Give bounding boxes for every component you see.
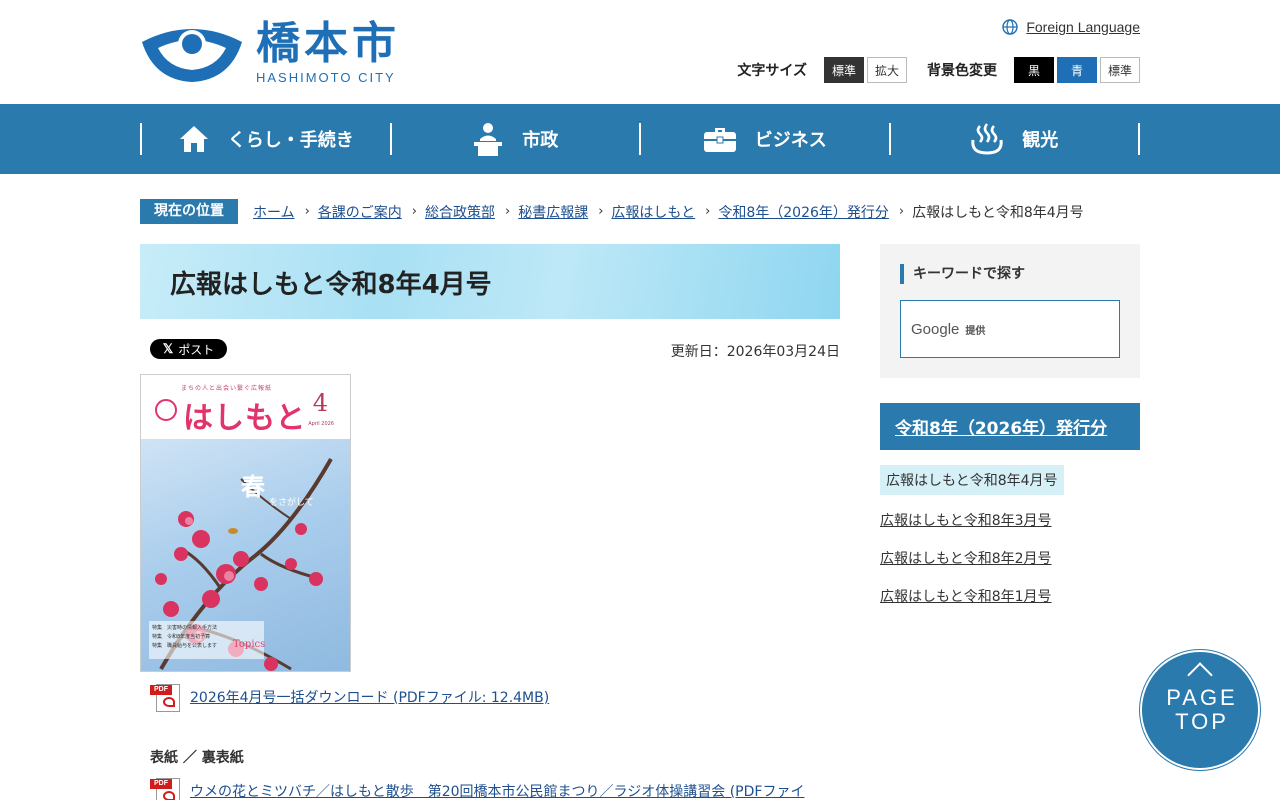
breadcrumb-link-koho[interactable]: 広報はしもと bbox=[611, 202, 695, 222]
nav-item-label: 市政 bbox=[522, 130, 559, 151]
list-item: 広報はしもと令和8年1月号 bbox=[880, 586, 1140, 606]
chevron-right-icon: › bbox=[898, 204, 905, 219]
bg-color-label: 背景色変更 bbox=[927, 63, 997, 79]
pdf-file-icon: PDF bbox=[150, 682, 182, 712]
nav-item-business[interactable]: ビジネス bbox=[641, 123, 891, 155]
globe-icon bbox=[1002, 19, 1019, 35]
bg-blue-button[interactable]: 青 bbox=[1057, 57, 1097, 83]
magazine-cover-image: まちの人と出会い繋ぐ広報紙 はしもと 4 April 2026 春 をさがして bbox=[140, 374, 351, 672]
cover-headline-sub: をさがして bbox=[269, 498, 314, 508]
text-size-standard-button[interactable]: 標準 bbox=[824, 57, 864, 83]
foreign-language-text[interactable]: Foreign Language bbox=[1026, 19, 1140, 35]
house-icon bbox=[179, 126, 208, 152]
breadcrumb-link-departments[interactable]: 各課のご案内 bbox=[318, 202, 402, 222]
nav-item-label: 観光 bbox=[1022, 130, 1059, 151]
sidebar-heading-link[interactable]: 令和8年（2026年）発行分 bbox=[895, 414, 1107, 439]
chevron-up-icon bbox=[1187, 662, 1213, 688]
sidebar-list: 広報はしもと令和8年4月号 広報はしもと令和8年3月号 広報はしもと令和8年2月… bbox=[880, 465, 1140, 617]
breadcrumb-link-pr[interactable]: 秘書広報課 bbox=[518, 202, 588, 222]
sidebar-item-march[interactable]: 広報はしもと令和8年3月号 bbox=[880, 513, 1052, 529]
global-nav: くらし・手続き 市政 ビジネス 観光 bbox=[0, 104, 1280, 174]
bg-black-button[interactable]: 黒 bbox=[1014, 57, 1054, 83]
nav-item-living[interactable]: くらし・手続き bbox=[142, 123, 392, 155]
chevron-right-icon: › bbox=[505, 204, 511, 219]
breadcrumb-link-policy[interactable]: 総合政策部 bbox=[425, 202, 495, 222]
cover-headline: 春 bbox=[241, 472, 265, 501]
cover-number: 4 bbox=[312, 389, 328, 417]
text-size-label: 文字サイズ bbox=[737, 63, 807, 79]
keyword-search-panel: キーワードで探す Google 提供 bbox=[880, 244, 1140, 378]
accessibility-tools: 文字サイズ 標準 拡大 背景色変更 黒 青 標準 bbox=[737, 57, 1140, 83]
pdf-item-row: PDF ウメの花とミツバチ／はしもと散歩 第20回橋本市公民館まつり／ラジオ体操… bbox=[150, 776, 804, 800]
cover-tagline: まちの人と出会い繋ぐ広報紙 bbox=[181, 385, 273, 392]
x-post-button[interactable]: 𝕏 ポスト bbox=[150, 339, 227, 359]
foreign-language-link[interactable]: Foreign Language bbox=[1002, 19, 1140, 35]
site-logo[interactable]: 橋本市 HASHIMOTO CITY bbox=[140, 18, 400, 85]
list-item: 広報はしもと令和8年2月号 bbox=[880, 548, 1140, 568]
sidebar-item-current: 広報はしもと令和8年4月号 bbox=[880, 465, 1064, 495]
list-item: 広報はしもと令和8年3月号 bbox=[880, 510, 1140, 530]
google-logo: Google bbox=[911, 320, 960, 338]
pdf-file-icon: PDF bbox=[150, 776, 182, 800]
breadcrumb-link-home[interactable]: ホーム bbox=[253, 202, 295, 222]
nav-item-city-government[interactable]: 市政 bbox=[392, 123, 641, 156]
pdf-download-row: PDF 2026年4月号一括ダウンロード (PDFファイル: 12.4MB) bbox=[150, 682, 549, 712]
cover-date: April 2026 bbox=[308, 421, 334, 427]
text-size-large-button[interactable]: 拡大 bbox=[867, 57, 907, 83]
page-top-button[interactable]: PAGE TOP bbox=[1140, 650, 1260, 770]
chevron-right-icon: › bbox=[411, 204, 417, 219]
page-title-banner: 広報はしもと令和8年4月号 bbox=[140, 244, 840, 319]
x-logo-icon: 𝕏 bbox=[162, 341, 174, 356]
provided-label: 提供 bbox=[965, 325, 986, 337]
nav-item-tourism[interactable]: 観光 bbox=[891, 123, 1140, 155]
section-heading: 表紙 ／ 裏表紙 bbox=[150, 750, 244, 766]
city-emblem-icon bbox=[142, 29, 242, 82]
cover-emblem-icon bbox=[155, 399, 177, 421]
breadcrumb-label: 現在の位置 bbox=[140, 199, 238, 224]
logo-english: HASHIMOTO CITY bbox=[256, 70, 396, 85]
chevron-right-icon: › bbox=[304, 204, 310, 219]
breadcrumb-current: 広報はしもと令和8年4月号 bbox=[912, 204, 1084, 221]
sidebar-heading: 令和8年（2026年）発行分 bbox=[880, 403, 1140, 450]
page-top-line1: PAGE bbox=[1166, 685, 1238, 710]
sidebar-item-january[interactable]: 広報はしもと令和8年1月号 bbox=[880, 589, 1052, 605]
updated-date: 更新日：2026年03月24日 bbox=[670, 344, 840, 360]
x-post-label: ポスト bbox=[178, 342, 215, 357]
hot-spring-icon bbox=[971, 123, 1003, 155]
search-input[interactable]: Google 提供 bbox=[900, 300, 1120, 358]
cover-topics: Topics bbox=[233, 639, 266, 650]
breadcrumb: 現在の位置 ホーム › 各課のご案内 › 総合政策部 › 秘書広報課 › 広報は… bbox=[140, 199, 1084, 224]
bg-standard-button[interactable]: 標準 bbox=[1100, 57, 1140, 83]
chevron-right-icon: › bbox=[705, 204, 711, 219]
page-title: 広報はしもと令和8年4月号 bbox=[170, 270, 492, 300]
site-header: 橋本市 HASHIMOTO CITY Foreign Language 文字サイ… bbox=[0, 0, 1280, 104]
sidebar-item-february[interactable]: 広報はしもと令和8年2月号 bbox=[880, 551, 1052, 567]
pdf-download-link[interactable]: 2026年4月号一括ダウンロード (PDFファイル: 12.4MB) bbox=[190, 687, 549, 707]
nav-item-label: ビジネス bbox=[754, 130, 827, 151]
breadcrumb-link-2026[interactable]: 令和8年（2026年）発行分 bbox=[718, 202, 889, 222]
page-top-line2: TOP bbox=[1175, 709, 1229, 734]
briefcase-icon bbox=[703, 128, 736, 152]
nav-item-label: くらし・手続き bbox=[227, 130, 354, 151]
cover-title: はしもと bbox=[183, 401, 307, 436]
chevron-right-icon: › bbox=[598, 204, 604, 219]
search-title: キーワードで探す bbox=[900, 264, 1025, 284]
cover-photo: 春 をさがして 特集 災害時の情報入手方法 特集 令和8年度当初予算 特集 職員… bbox=[141, 439, 350, 671]
podium-speaker-icon bbox=[474, 123, 503, 156]
logo-japanese: 橋本市 bbox=[256, 18, 400, 69]
cover-caption-line: 特集 災害時の情報入手方法 bbox=[152, 625, 218, 631]
pdf-item-link[interactable]: ウメの花とミツバチ／はしもと散歩 第20回橋本市公民館まつり／ラジオ体操講習会 … bbox=[190, 781, 804, 800]
